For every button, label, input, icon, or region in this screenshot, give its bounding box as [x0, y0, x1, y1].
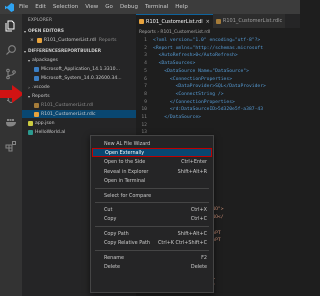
open-editors-section[interactable]: ▾ OPEN EDITORS: [22, 27, 136, 35]
open-editor-item[interactable]: × R101_CustomerList.rdl Reports: [22, 36, 136, 44]
menu-terminal[interactable]: Terminal: [145, 4, 168, 10]
menu-separator: [95, 250, 209, 251]
tree-item-label: HelloWorld.al: [35, 129, 66, 135]
package-icon: [34, 75, 39, 81]
context-menu-item[interactable]: Open to the Side Ctrl+Enter: [92, 158, 212, 167]
rdl-file-icon: [215, 18, 221, 24]
docker-icon[interactable]: [3, 114, 19, 130]
breadcrumb[interactable]: Reports › R101_CustomerList.rdl: [136, 28, 300, 37]
tree-item-alpackages[interactable]: ▾ alpackages: [22, 56, 136, 64]
open-editor-filename: R101_CustomerList.rdl: [43, 37, 96, 43]
menu-item-label: Copy Relative Path: [104, 240, 150, 247]
tree-item-label: Reports: [32, 93, 50, 99]
context-menu-item[interactable]: Select for Compare: [92, 191, 212, 200]
tree-item-label: Microsoft_System_14.0.32600.34...: [41, 75, 122, 81]
menu-item-shortcut: Shift+Alt+R: [177, 168, 207, 175]
menu-view[interactable]: View: [85, 4, 98, 10]
menu-item-shortcut: F2: [201, 254, 207, 261]
context-menu: New AL File Wizard Open Externally Open to…: [90, 135, 214, 293]
tree-item-app-json[interactable]: app.json: [22, 119, 136, 127]
menu-bar: File Edit Selection View Go Debug Termin…: [18, 4, 188, 10]
context-menu-item[interactable]: Cut Ctrl+X: [92, 205, 212, 214]
context-menu-item[interactable]: Copy Path Shift+Alt+C: [92, 229, 212, 238]
menu-item-shortcut: Ctrl+C: [190, 216, 207, 223]
source-control-icon[interactable]: [3, 66, 19, 82]
rdl-file-icon: [36, 37, 42, 43]
menu-item-label: Rename: [104, 254, 125, 261]
menu-separator: [95, 188, 209, 189]
editor-tab-bar: R101_CustomerList.rdl × R101_CustomerLis…: [136, 14, 300, 28]
menu-selection[interactable]: Selection: [53, 4, 78, 10]
tab-rdlc[interactable]: R101_CustomerList.rdlc: [212, 14, 286, 28]
menu-item-shortcut: Delete: [190, 263, 207, 270]
menu-item-label: New AL File Wizard: [104, 140, 151, 147]
menu-separator: [95, 202, 209, 204]
menu-debug[interactable]: Debug: [120, 4, 138, 10]
menu-help[interactable]: Help: [175, 4, 188, 10]
context-menu-item[interactable]: Open in Terminal: [92, 177, 212, 186]
tree-item-label: R101_CustomerList.rdlc: [41, 111, 96, 117]
context-menu-item[interactable]: Delete Delete: [92, 262, 212, 271]
menu-item-label: Select for Compare: [104, 192, 152, 199]
json-file-icon: [28, 120, 33, 126]
tree-item-label: Microsoft_Application_14.1.3310...: [41, 66, 120, 72]
tree-item-label: app.json: [35, 120, 55, 126]
tab-rdl[interactable]: R101_CustomerList.rdl ×: [136, 14, 213, 28]
menu-item-label: Open Externally: [105, 149, 145, 156]
activity-bar: [0, 14, 22, 296]
tree-item-rdlc-selected[interactable]: R101_CustomerList.rdlc: [22, 110, 136, 118]
menu-edit[interactable]: Edit: [35, 4, 46, 10]
tree-item-label: R101_CustomerList.rdl: [41, 102, 94, 108]
close-icon[interactable]: ×: [30, 38, 34, 43]
menu-go[interactable]: Go: [105, 4, 113, 10]
package-icon: [34, 66, 39, 72]
tab-label: R101_CustomerList.rdlc: [222, 18, 283, 24]
open-editor-folder: Reports: [98, 37, 117, 43]
menu-item-shortcut: Ctrl+K Ctrl+Shift+C: [158, 240, 207, 247]
context-menu-item[interactable]: Reveal in Explorer Shift+Alt+R: [92, 167, 212, 176]
open-editors-label: OPEN EDITORS: [28, 28, 64, 34]
workspace-section[interactable]: ▾ DIFFERENCESREPORTBUILDER: [22, 47, 136, 55]
code-text: </DataSource>: [153, 115, 201, 120]
context-menu-item[interactable]: Copy Relative Path Ctrl+K Ctrl+Shift+C: [92, 239, 212, 248]
menu-item-shortcut: Ctrl+Enter: [181, 159, 207, 166]
al-file-icon: [28, 129, 33, 135]
menu-item-label: Reveal in Explorer: [104, 168, 149, 175]
menu-item-label: Copy: [104, 216, 117, 223]
rdl-file-icon: [139, 19, 144, 24]
tab-label: R101_CustomerList.rdl: [146, 18, 203, 25]
menu-item-label: Cut: [104, 206, 113, 213]
rdl-file-icon: [34, 102, 39, 108]
menu-item-shortcut: Ctrl+X: [190, 206, 207, 213]
menu-separator: [95, 226, 209, 228]
workspace-label: DIFFERENCESREPORTBUILDER: [28, 48, 101, 54]
menu-file[interactable]: File: [19, 4, 28, 10]
search-icon[interactable]: [3, 42, 19, 58]
close-icon[interactable]: ×: [206, 19, 210, 25]
context-menu-item[interactable]: Copy Ctrl+C: [92, 215, 212, 224]
tree-item-ms-application[interactable]: Microsoft_Application_14.1.3310...: [22, 65, 136, 73]
menu-item-label: Open in Terminal: [104, 178, 146, 185]
menu-item-label: Open to the Side: [104, 159, 146, 166]
title-bar: File Edit Selection View Go Debug Termin…: [0, 0, 300, 14]
context-menu-item[interactable]: New AL File Wizard: [92, 139, 212, 148]
files-icon[interactable]: [3, 18, 19, 34]
tree-item-reports[interactable]: ▾ Reports: [22, 92, 136, 100]
explorer-title: EXPLORER: [28, 17, 53, 23]
menu-item-label: Delete: [104, 263, 121, 270]
tree-item-rdl[interactable]: R101_CustomerList.rdl: [22, 101, 136, 109]
tree-item-label: .vscode: [32, 84, 50, 90]
menu-item-label: Copy Path: [104, 230, 129, 237]
rdl-file-icon: [34, 111, 39, 117]
vscode-logo-icon: [0, 0, 18, 14]
tree-item-vscode[interactable]: › .vscode: [22, 83, 136, 91]
tree-item-ms-system[interactable]: Microsoft_System_14.0.32600.34...: [22, 74, 136, 82]
extensions-icon[interactable]: [3, 138, 19, 154]
context-menu-item[interactable]: Open Externally: [92, 148, 212, 158]
tree-item-label: alpackages: [32, 57, 58, 63]
context-menu-item[interactable]: Rename F2: [92, 253, 212, 262]
menu-item-shortcut: Shift+Alt+C: [177, 230, 207, 237]
